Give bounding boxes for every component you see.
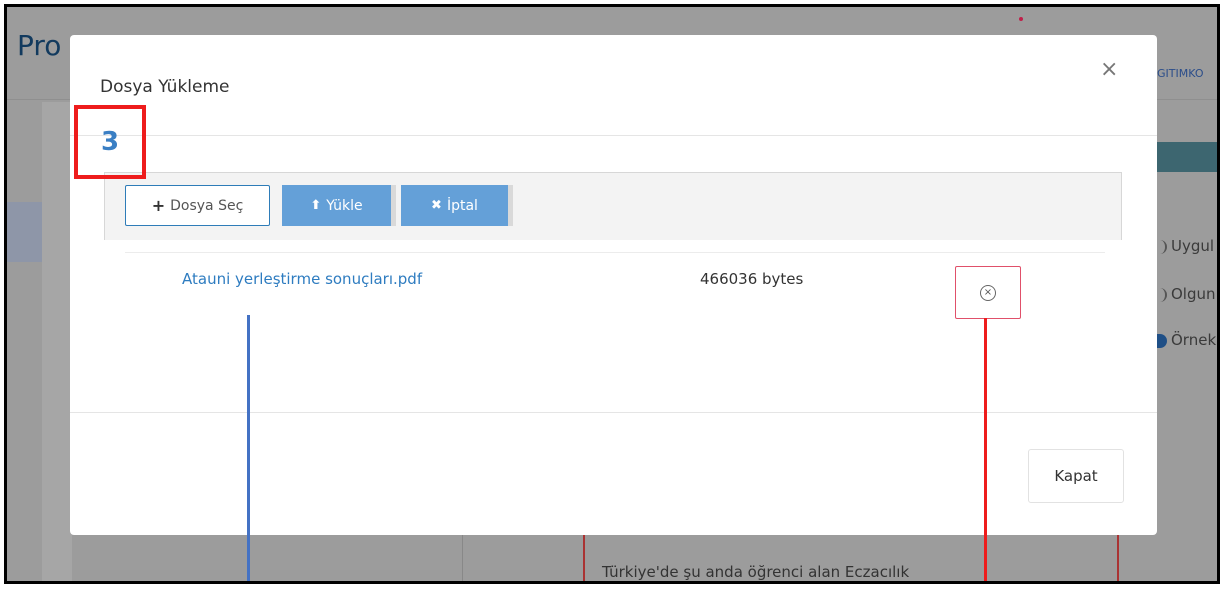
background-option-2: Olgun [1157, 285, 1216, 303]
background-sidebar-highlight [7, 202, 42, 262]
background-page-title: Pro [17, 29, 62, 62]
file-size: 466036 bytes [700, 270, 804, 288]
close-modal-button[interactable]: Kapat [1028, 449, 1124, 503]
step-number-annotation: 3 [74, 105, 146, 179]
modal-footer-divider [70, 412, 1157, 413]
option-label: Örnek [1171, 331, 1217, 349]
file-list-divider [125, 252, 1105, 253]
upload-button[interactable]: ⬆ Yükle [282, 185, 396, 226]
remove-circle-icon: × [980, 284, 996, 301]
option-label: Uygul [1171, 237, 1215, 255]
background-option-1: Uygul [1157, 237, 1214, 255]
background-option-3: Örnek [1157, 331, 1216, 349]
background-content-text: Türkiye'de şu anda öğrenci alan Eczacılı… [602, 563, 910, 581]
remove-button-pointer-line [984, 318, 987, 581]
file-name-pointer-line [247, 315, 250, 581]
file-name-link[interactable]: Atauni yerleştirme sonuçları.pdf [182, 270, 422, 288]
plus-icon: + [151, 196, 166, 215]
choose-file-button[interactable]: + Dosya Seç [125, 185, 270, 226]
background-left-panel [42, 102, 72, 581]
close-icon[interactable]: × [1100, 57, 1118, 82]
choose-file-label: Dosya Seç [170, 197, 244, 214]
background-table-divider [462, 527, 463, 581]
cancel-label: İptal [446, 197, 478, 214]
background-section-header [1152, 142, 1217, 172]
notification-dot [1019, 17, 1023, 21]
file-upload-modal: Dosya Yükleme × + Dosya Seç ⬆ Yükle ✖ İp… [70, 35, 1157, 535]
radio-selected-icon [1157, 333, 1167, 348]
upload-icon: ⬆ [310, 198, 322, 213]
background-user-label: GITIMKO [1157, 67, 1204, 80]
radio-icon [1157, 239, 1167, 254]
radio-icon [1157, 287, 1167, 302]
option-label: Olgun [1171, 285, 1216, 303]
modal-title: Dosya Yükleme [100, 77, 230, 97]
cancel-upload-button[interactable]: ✖ İptal [401, 185, 513, 226]
upload-label: Yükle [326, 197, 363, 214]
modal-header-divider [70, 135, 1157, 136]
upload-toolbar: + Dosya Seç ⬆ Yükle ✖ İptal [104, 172, 1122, 240]
screenshot-frame: Pro GITIMKO Uygul Olgun Örnek Türkiye'de… [4, 4, 1220, 584]
cancel-icon: ✖ [431, 198, 442, 213]
remove-file-button[interactable]: × [955, 266, 1021, 319]
